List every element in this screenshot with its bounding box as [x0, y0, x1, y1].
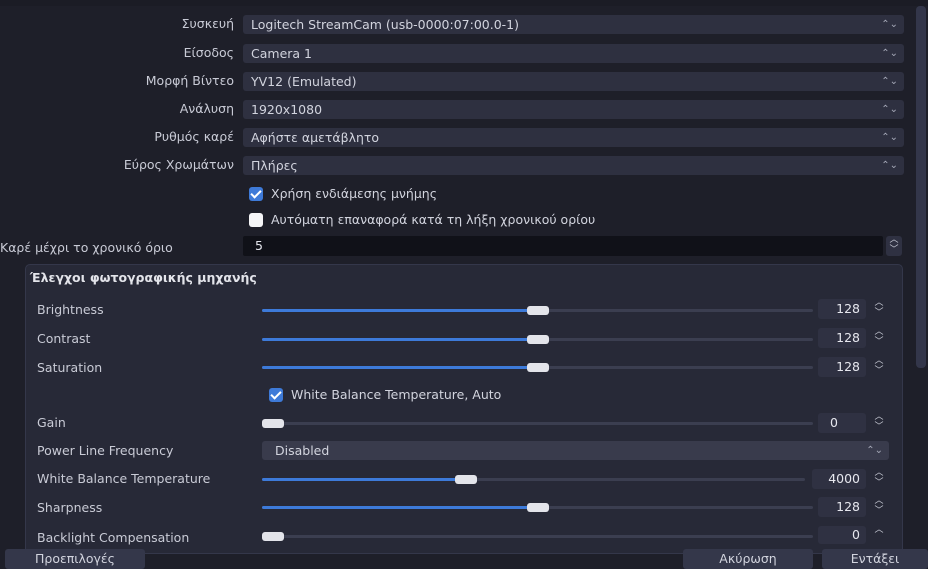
check-icon [249, 186, 263, 201]
resolution-label: Ανάλυση [179, 101, 234, 116]
buffering-label: Χρήση ενδιάμεσης μνήμης [271, 186, 438, 201]
spin-arrows-icon[interactable]: ︿ [872, 526, 886, 544]
frame-rate-select[interactable]: Αφήστε αμετάβλητο ⌃⌄ [243, 128, 904, 147]
resolution-value: 1920x1080 [251, 102, 323, 117]
check-icon [269, 387, 283, 402]
device-label: Συσκευή [181, 16, 234, 31]
camera-controls-title: Έλεγχοι φωτογραφικής μηχανής [30, 270, 257, 285]
sharpness-slider[interactable] [262, 503, 813, 512]
auto-reset-checkbox[interactable]: Αυτόματη επαναφορά κατά τη λήξη χρονικού… [249, 211, 595, 229]
brightness-handle[interactable] [526, 306, 549, 315]
spin-arrows-icon[interactable]: ︿ ﹀ [872, 299, 886, 319]
saturation-slider[interactable] [262, 363, 813, 372]
cancel-button[interactable]: Ακύρωση [683, 549, 813, 569]
wb-temp-value[interactable]: 4000 [812, 469, 866, 489]
backlight-value[interactable]: 0 [818, 526, 866, 544]
backlight-handle[interactable] [262, 532, 284, 541]
color-range-select[interactable]: Πλήρες ⌃⌄ [243, 156, 904, 175]
spin-arrows-icon[interactable]: ︿ ﹀ [872, 357, 886, 377]
saturation-handle[interactable] [526, 363, 549, 372]
brightness-slider[interactable] [262, 306, 813, 315]
gain-value[interactable]: 0 [818, 413, 866, 433]
contrast-fill [262, 338, 538, 341]
sharpness-label: Sharpness [37, 500, 103, 515]
saturation-label: Saturation [37, 360, 103, 375]
device-select[interactable]: Logitech StreamCam (usb-0000:07:00.0-1) … [243, 15, 904, 34]
camera-controls-group [25, 264, 903, 554]
wb-auto-label: White Balance Temperature, Auto [291, 387, 502, 402]
resolution-select[interactable]: 1920x1080 ⌃⌄ [243, 100, 904, 119]
wb-temp-label: White Balance Temperature [37, 471, 211, 486]
video-format-select[interactable]: YV12 (Emulated) ⌃⌄ [243, 72, 904, 91]
power-line-select[interactable]: Disabled ⌃⌄ [262, 441, 889, 460]
wb-temp-handle[interactable] [454, 475, 477, 484]
ok-button[interactable]: Εντάξει [822, 549, 928, 569]
frame-rate-label: Ρυθμός καρέ [154, 129, 234, 144]
wb-auto-checkbox[interactable]: White Balance Temperature, Auto [269, 386, 501, 404]
spin-arrows-icon[interactable]: ︿ ﹀ [872, 328, 886, 348]
buffering-checkbox[interactable]: Χρήση ενδιάμεσης μνήμης [249, 185, 437, 203]
chevron-updown-icon: ⌃⌄ [881, 48, 898, 59]
auto-reset-label: Αυτόματη επαναφορά κατά τη λήξη χρονικού… [271, 212, 596, 227]
gain-handle[interactable] [262, 419, 284, 428]
contrast-slider[interactable] [262, 335, 813, 344]
spin-arrows-icon[interactable]: ︿ ﹀ [872, 469, 886, 489]
input-value: Camera 1 [251, 46, 312, 61]
video-format-value: YV12 (Emulated) [251, 74, 357, 89]
brightness-label: Brightness [37, 302, 104, 317]
timeout-label: Καρέ μέχρι το χρονικό όριο [0, 240, 173, 255]
chevron-updown-icon: ⌃⌄ [881, 132, 898, 143]
wb-temp-fill [262, 478, 466, 481]
brightness-value[interactable]: 128 [818, 299, 866, 319]
top-edge [0, 0, 928, 6]
saturation-fill [262, 366, 538, 369]
power-line-label: Power Line Frequency [37, 443, 174, 458]
video-format-label: Μορφή Βίντεο [145, 73, 234, 88]
backlight-label: Backlight Compensation [37, 530, 190, 545]
input-label: Είσοδος [183, 45, 234, 60]
sharpness-value[interactable]: 128 [818, 497, 866, 517]
chevron-updown-icon: ⌃⌄ [881, 104, 898, 115]
spin-arrows-icon[interactable]: ︿ ﹀ [872, 497, 886, 517]
contrast-label: Contrast [37, 331, 91, 346]
chevron-updown-icon: ⌃⌄ [881, 160, 898, 171]
color-range-label: Εύρος Χρωμάτων [123, 157, 234, 172]
frame-rate-value: Αφήστε αμετάβλητο [251, 130, 380, 145]
sharpness-handle[interactable] [526, 503, 549, 512]
vertical-scrollbar[interactable] [916, 6, 926, 368]
chevron-updown-icon: ⌃⌄ [881, 76, 898, 87]
color-range-value: Πλήρες [251, 158, 298, 173]
contrast-handle[interactable] [526, 335, 549, 344]
power-line-value: Disabled [275, 443, 330, 458]
chevron-updown-icon: ⌃⌄ [881, 19, 898, 30]
chevron-updown-icon: ⌃⌄ [866, 445, 883, 456]
gain-label: Gain [37, 415, 66, 430]
sharpness-fill [262, 506, 538, 509]
backlight-slider[interactable] [262, 532, 813, 541]
gain-slider[interactable] [262, 419, 813, 428]
defaults-button[interactable]: Προεπιλογές [5, 549, 145, 569]
timeout-input[interactable]: 5 [243, 236, 883, 256]
device-value: Logitech StreamCam (usb-0000:07:00.0-1) [251, 17, 519, 32]
input-select[interactable]: Camera 1 ⌃⌄ [243, 44, 904, 63]
contrast-value[interactable]: 128 [818, 328, 866, 348]
saturation-value[interactable]: 128 [818, 357, 866, 377]
checkbox-empty-icon [249, 212, 263, 227]
spin-arrows-icon[interactable]: ︿ ﹀ [886, 236, 902, 256]
wb-temp-slider[interactable] [262, 475, 805, 484]
spin-arrows-icon[interactable]: ︿ ﹀ [872, 413, 886, 433]
brightness-fill [262, 309, 538, 312]
